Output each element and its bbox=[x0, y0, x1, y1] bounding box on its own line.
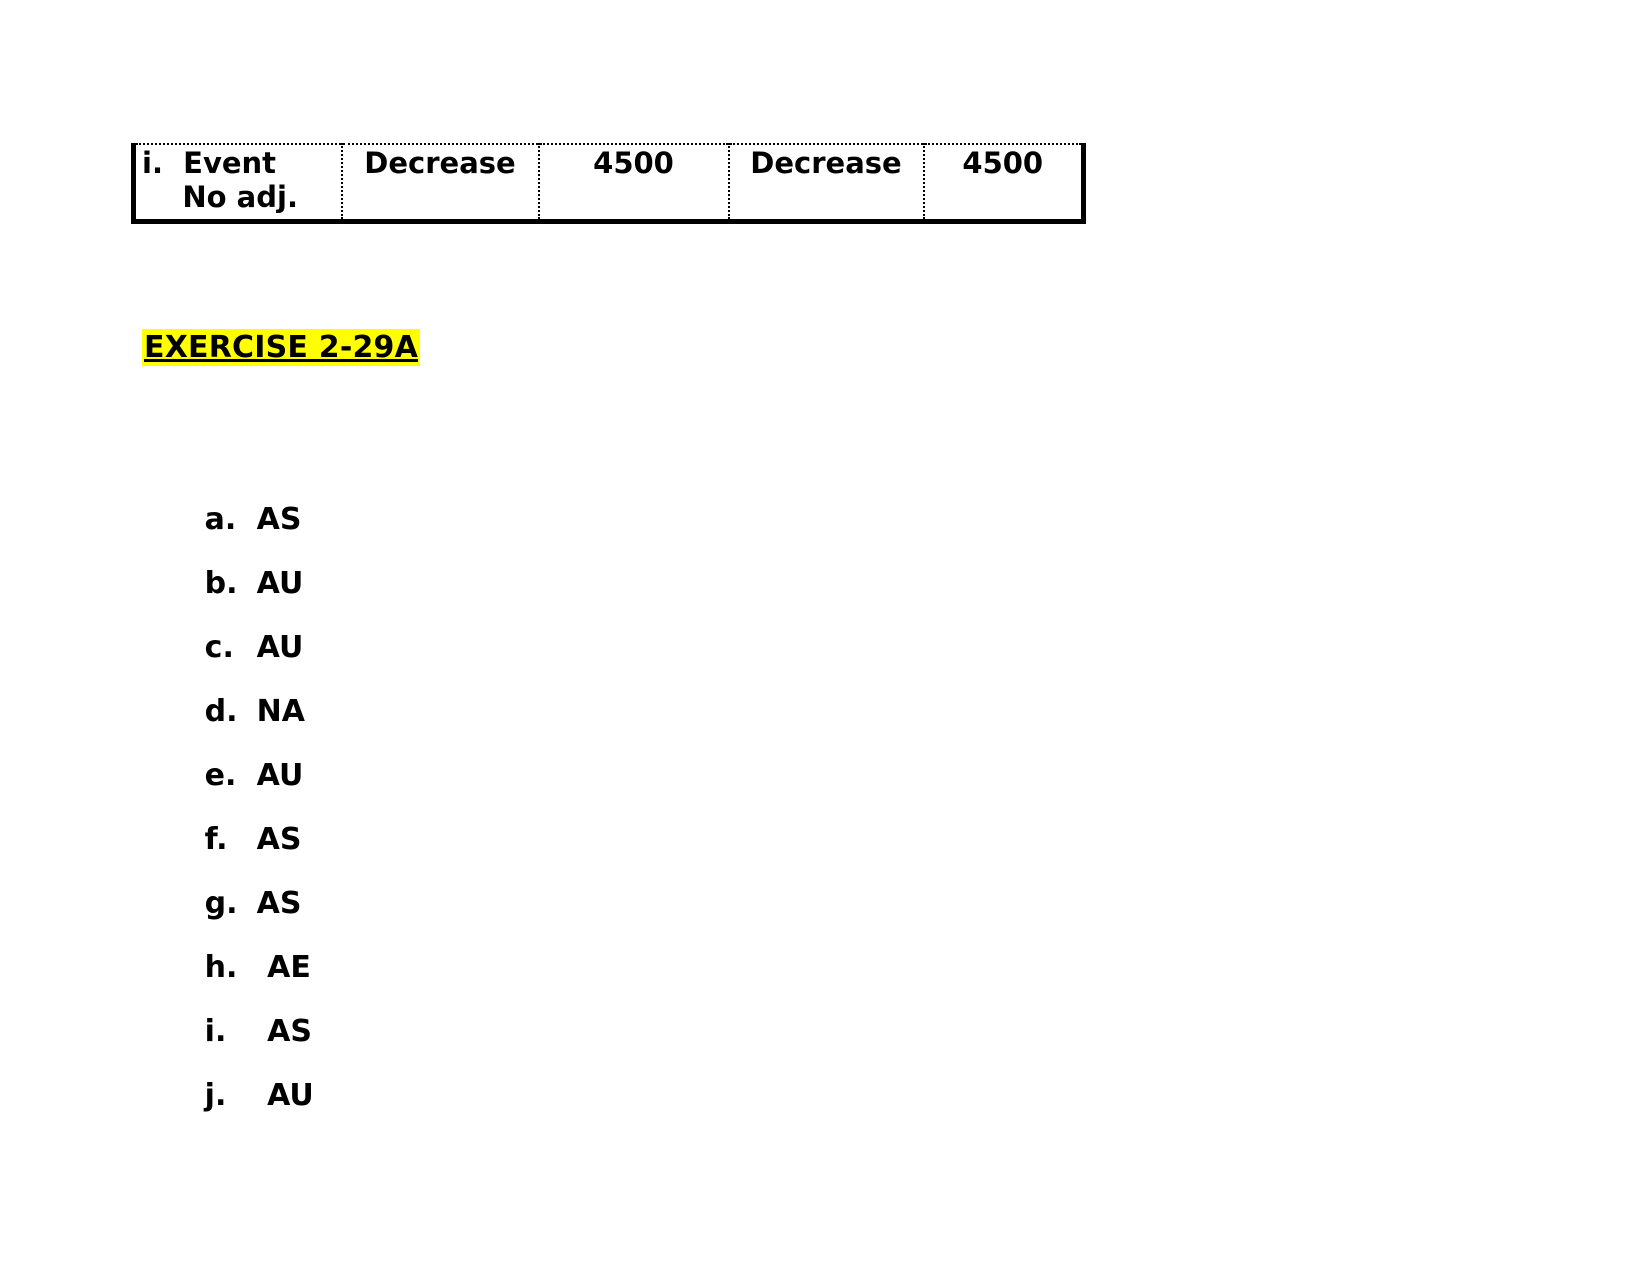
table-cell-effect-1: Decrease bbox=[341, 144, 540, 222]
list-item: a. AS bbox=[142, 424, 642, 537]
list-item-value: AE bbox=[256, 950, 311, 985]
event-label-line-1: i. Event bbox=[142, 146, 277, 180]
table-body: i. Event No adj. Decrease 4500 Decrease … bbox=[133, 144, 1084, 222]
list-item-value: AS bbox=[256, 822, 302, 857]
event-effects-table: i. Event No adj. Decrease 4500 Decrease … bbox=[131, 143, 1086, 224]
event-label-line-2: No adj. bbox=[142, 179, 298, 214]
list-item-value: AU bbox=[256, 566, 304, 601]
list-item-marker: f. bbox=[204, 822, 228, 857]
list-item-value: AU bbox=[256, 758, 304, 793]
list-item-marker: i. bbox=[204, 1014, 227, 1049]
list-item-marker: h. bbox=[204, 950, 238, 985]
table-cell-amount-1: 4500 bbox=[538, 144, 730, 222]
list-item-value: AU bbox=[256, 1078, 314, 1113]
table-cell-effect-2: Decrease bbox=[728, 144, 925, 222]
list-item-marker: d. bbox=[204, 694, 238, 729]
list-item-marker: c. bbox=[204, 630, 234, 665]
table-row: i. Event No adj. Decrease 4500 Decrease … bbox=[133, 144, 1084, 222]
exercise-heading: EXERCISE 2-29A bbox=[142, 329, 421, 366]
list-item-marker: a. bbox=[204, 502, 237, 537]
list-item-marker: b. bbox=[204, 566, 238, 601]
answer-list: a. AS b. AU c. AU d. NA e. AU f. AS g. AS h. AE… bbox=[142, 424, 642, 1113]
list-item-value: AS bbox=[256, 502, 302, 537]
list-item-value: AS bbox=[256, 886, 302, 921]
list-item-marker: g. bbox=[204, 886, 238, 921]
list-item-value: AS bbox=[256, 1014, 312, 1049]
exercise-heading-text: EXERCISE 2-29A bbox=[142, 329, 421, 366]
document-page: i. Event No adj. Decrease 4500 Decrease … bbox=[0, 0, 1650, 1275]
table-cell-event: i. Event No adj. bbox=[133, 144, 343, 222]
list-item-value: NA bbox=[256, 694, 305, 729]
event-effects-table-container: i. Event No adj. Decrease 4500 Decrease … bbox=[131, 143, 1086, 224]
list-item-value: AU bbox=[256, 630, 304, 665]
list-item-marker: e. bbox=[204, 758, 237, 793]
table-cell-amount-2: 4500 bbox=[962, 146, 1044, 180]
list-item-marker: j. bbox=[204, 1078, 227, 1113]
